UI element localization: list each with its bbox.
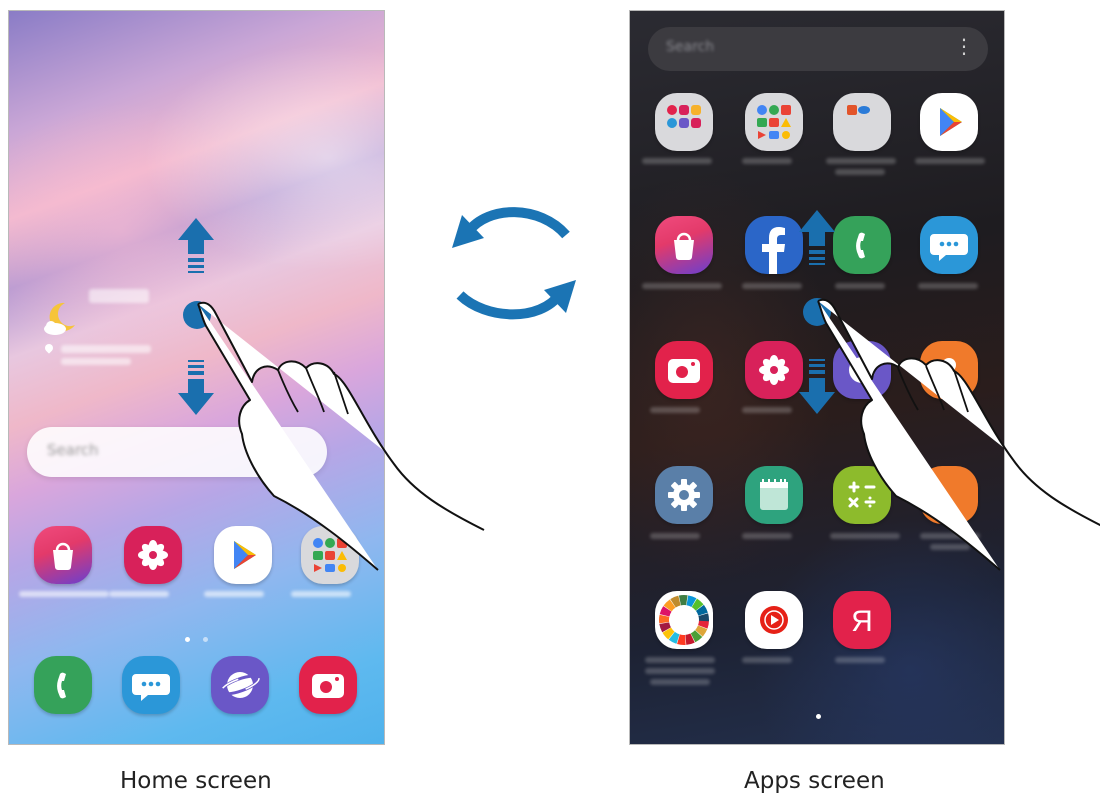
youtube-music-icon[interactable] [745,591,803,649]
calendar-icon[interactable] [745,466,803,524]
play-store-icon[interactable] [920,93,978,151]
search-input[interactable]: Search [27,427,327,477]
gallery-icon[interactable] [124,526,182,584]
apps-screen: Search ⋮ Я [629,10,1005,745]
play-store-icon[interactable] [214,526,272,584]
google-folder-icon[interactable] [301,526,359,584]
facebook-icon[interactable] [745,216,803,274]
global-goals-icon[interactable] [655,591,713,649]
weather-widget[interactable] [41,299,81,339]
apps-screen-caption: Apps screen [744,768,885,794]
search-placeholder: Search [47,441,99,459]
internet-icon[interactable] [833,341,891,399]
switch-arrows-icon [452,207,576,320]
home-screen-caption: Home screen [120,768,272,794]
clock-icon[interactable] [920,466,978,524]
messages-icon[interactable] [122,656,180,714]
gallery-icon[interactable] [745,341,803,399]
weather-moon-icon [44,302,75,335]
apps-search-input[interactable]: Search ⋮ [648,27,988,71]
microsoft-folder-icon[interactable] [833,93,891,151]
yandex-icon[interactable]: Я [833,591,891,649]
messages-icon[interactable] [920,216,978,274]
svg-text:Я: Я [851,605,873,638]
internet-icon[interactable] [211,656,269,714]
calculator-icon[interactable] [833,466,891,524]
apps-search-placeholder: Search [666,39,715,55]
settings-icon[interactable] [655,466,713,524]
camera-icon[interactable] [655,341,713,399]
phone-icon[interactable] [34,656,92,714]
google-folder-icon[interactable] [745,93,803,151]
contacts-icon[interactable] [920,341,978,399]
galaxy-store-icon[interactable] [34,526,92,584]
location-pin-icon [43,342,55,354]
home-screen: Search [8,10,385,745]
phone-icon[interactable] [833,216,891,274]
samsung-folder-icon[interactable] [655,93,713,151]
galaxy-store-icon[interactable] [655,216,713,274]
more-options-icon[interactable]: ⋮ [954,36,974,56]
camera-icon[interactable] [299,656,357,714]
